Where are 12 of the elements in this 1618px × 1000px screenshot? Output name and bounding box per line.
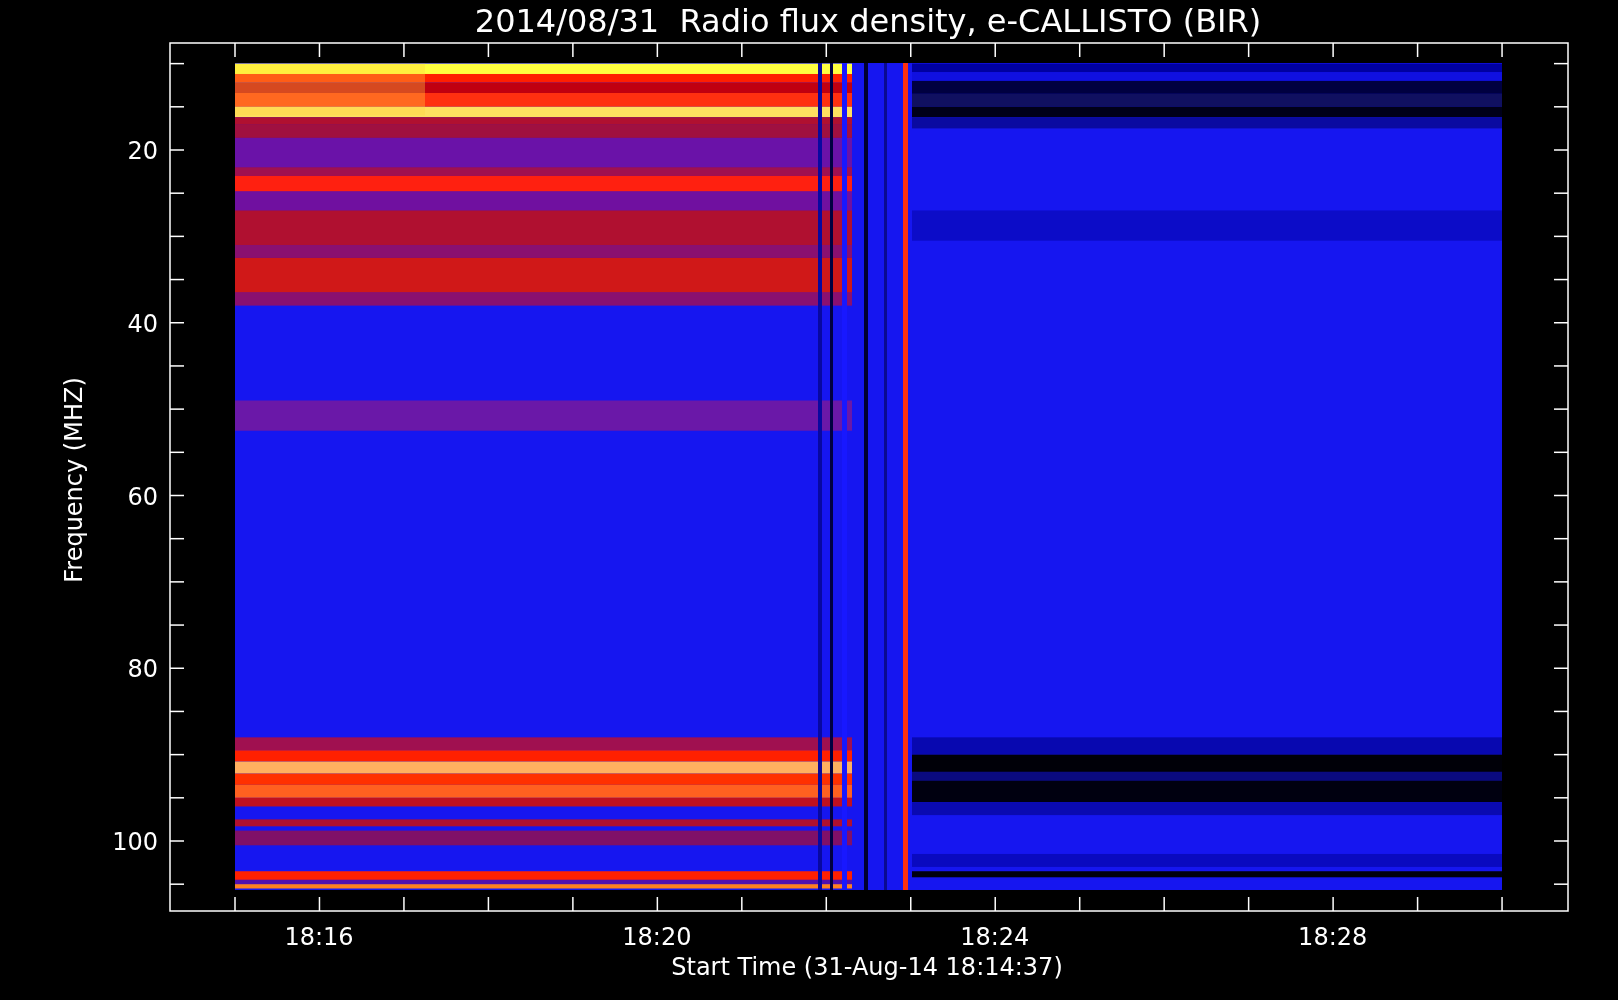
tick-label: 18:28 [1298, 923, 1368, 951]
plot-title: 2014/08/31 Radio flux density, e-CALLISTO (BIR) [474, 2, 1262, 40]
axis-label: Frequency (MHZ) [60, 377, 88, 583]
tick-label: 60 [127, 482, 158, 511]
tick-label: 40 [127, 309, 158, 338]
tick-label: 18:16 [284, 923, 354, 951]
axis-label: Start Time (31-Aug-14 18:14:37) [671, 953, 1063, 981]
tick-label: 18:24 [960, 923, 1030, 951]
tick-label: 100 [112, 828, 158, 856]
tick-label: 18:20 [622, 923, 692, 951]
tick-label: 80 [127, 655, 158, 684]
tick-label: 20 [127, 137, 158, 165]
